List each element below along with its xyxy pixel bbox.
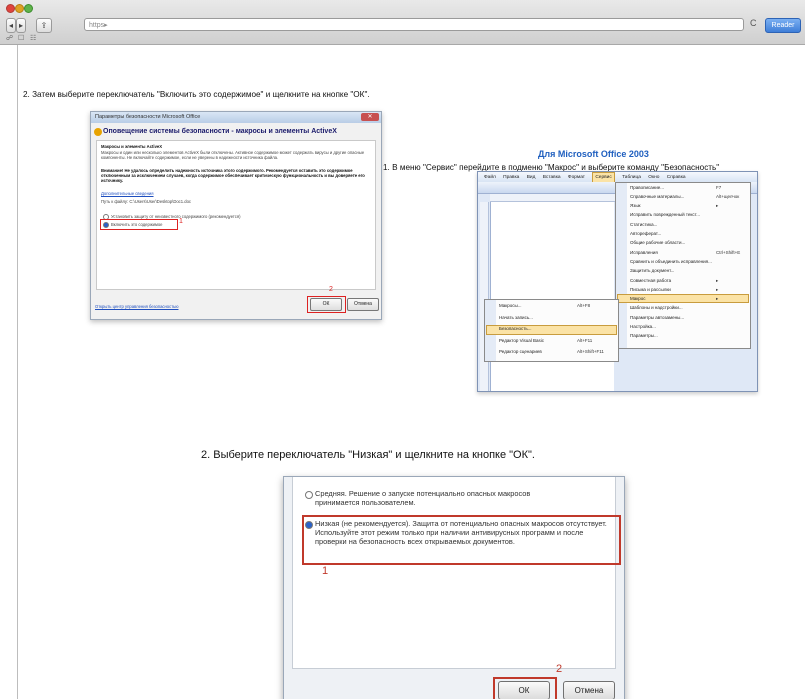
close-icon[interactable]: ✕ — [361, 113, 379, 121]
shield-icon — [94, 128, 102, 136]
menu-item[interactable]: Правописание... — [630, 185, 664, 190]
medium-radio[interactable] — [305, 491, 313, 499]
dialog-heading: Оповещение системы безопасности - макрос… — [103, 128, 337, 135]
menu-item[interactable]: Письма и рассылки — [630, 287, 671, 292]
trust-center-link[interactable]: Открыть центр управления безопасностью — [95, 304, 215, 309]
description-text: Макросы и один или несколько элементов A… — [101, 150, 365, 160]
macro-submenu: Макросы... Alt+F8 Начать запись... Безопасн… — [484, 299, 619, 362]
forward-button[interactable]: ▸ — [16, 18, 26, 33]
refresh-icon[interactable]: C — [750, 18, 757, 28]
menu-item[interactable]: Статистика... — [630, 222, 657, 227]
dialog-title: Параметры безопасности Microsoft Office — [91, 112, 381, 123]
menu-item[interactable]: Исправления — [630, 250, 658, 255]
medium-option-label: Средняя. Решение о запуске потенциально … — [315, 489, 531, 507]
menu-item-shortcut: F7 — [716, 184, 722, 190]
menu-item-shortcut: ▸ — [716, 296, 719, 302]
page-content: 2. Затем выберите переключатель "Включит… — [17, 45, 805, 699]
back-button[interactable]: ◂ — [6, 18, 16, 33]
menu-bar: Файл Правка Вид Вставка Формат Сервис Та… — [478, 172, 757, 184]
menu-item[interactable]: Макросы... — [499, 303, 522, 308]
minimize-window-button[interactable] — [15, 4, 24, 13]
security-alert-dialog: Параметры безопасности Microsoft Office … — [90, 111, 382, 320]
more-info-link[interactable]: Дополнительные сведения — [101, 191, 371, 196]
cancel-button[interactable]: Отмена — [347, 298, 379, 311]
ok-button[interactable]: ОК — [498, 681, 550, 699]
service-menu: Правописание... F7 Справочные материалы...… — [615, 182, 751, 349]
horizontal-ruler — [490, 194, 625, 202]
zoom-window-button[interactable] — [24, 4, 33, 13]
menu-item-shortcut: ▸ — [716, 277, 719, 283]
menu-item-shortcut: Alt+щелчок — [716, 193, 740, 199]
annotation-box-1 — [100, 219, 178, 230]
macro-security-dialog: Средняя. Решение о запуске потенциально … — [283, 476, 625, 699]
menu-item[interactable]: Исправить поврежденный текст... — [630, 212, 700, 217]
cancel-button[interactable]: Отмена — [563, 681, 615, 699]
close-window-button[interactable] — [6, 4, 15, 13]
menu-item[interactable]: Совместная работа — [630, 278, 671, 283]
ok-button[interactable]: ОК — [310, 298, 342, 311]
annotation-number-2: 2 — [329, 286, 333, 293]
menu-item[interactable]: Шаблоны и надстройки... — [630, 305, 683, 310]
menu-item-shortcut: Ctrl+Shift+E — [716, 249, 741, 255]
menu-item[interactable]: Автореферат... — [630, 231, 661, 236]
warning-text: Внимание! Не удалось определить надежнос… — [101, 168, 365, 183]
instruction-step2-low: 2. Выберите переключатель "Низкая" и щел… — [201, 449, 535, 461]
browser-window: ◂ ▸ ⇪ https▸ C Reader ☍ ☐ ☷ 2. Затем выб… — [0, 0, 805, 699]
menu-item[interactable]: Редактор Visual Basic — [499, 338, 544, 343]
menu-item[interactable]: Макрос — [630, 296, 646, 301]
top-sites-icon[interactable]: ☐ — [18, 34, 24, 42]
menu-item[interactable]: Параметры автозамены... — [630, 315, 684, 320]
browser-toolbar: ◂ ▸ ⇪ https▸ C Reader ☍ ☐ ☷ — [0, 0, 805, 45]
grid-icon[interactable]: ☷ — [30, 34, 36, 42]
annotation-number-2: 2 — [556, 663, 563, 675]
office2003-window: Файл Правка Вид Вставка Формат Сервис Та… — [477, 171, 758, 392]
menu-item[interactable]: Безопасность... — [499, 326, 531, 331]
share-icon[interactable]: ⇪ — [36, 18, 52, 33]
annotation-box-low — [302, 515, 621, 565]
menu-item-shortcut: Alt+F11 — [577, 337, 593, 343]
dialog-body: Макросы и элементы ActiveX Макросы и оди… — [96, 140, 376, 290]
document-area[interactable] — [490, 202, 614, 391]
menu-item-shortcut: Alt+F8 — [577, 303, 591, 308]
file-path: Путь к файлу: C:\Users\User\Desktop\Doc1… — [101, 199, 192, 204]
menu-item[interactable]: Настройка... — [630, 324, 656, 329]
security-level-panel: Средняя. Решение о запуске потенциально … — [292, 477, 621, 669]
annotation-number-1: 1 — [322, 565, 329, 577]
bookmarks-icon[interactable]: ☍ — [6, 34, 13, 42]
menu-item[interactable]: Редактор сценариев — [499, 349, 542, 354]
menu-item[interactable]: Начать запись... — [499, 315, 533, 320]
menu-item[interactable]: Сравнить и объединить исправления... — [630, 259, 712, 264]
address-bar[interactable]: https▸ — [84, 18, 744, 31]
office2003-heading: Для Microsoft Office 2003 — [538, 149, 649, 159]
instruction-step2-enable: 2. Затем выберите переключатель "Включит… — [23, 90, 370, 99]
section-title: Макросы и элементы ActiveX — [101, 144, 163, 149]
menu-item-shortcut: Alt+Shift+F11 — [577, 349, 604, 354]
menu-item-shortcut: ▸ — [716, 286, 719, 292]
menu-item[interactable]: Язык — [630, 203, 641, 208]
reader-button[interactable]: Reader — [765, 18, 801, 33]
menu-item[interactable]: Параметры... — [630, 333, 658, 338]
annotation-number-1: 1 — [179, 218, 183, 225]
menu-item-shortcut: ▸ — [716, 203, 719, 209]
menu-item[interactable]: Общие рабочие области... — [630, 240, 685, 245]
menu-item[interactable]: Справочные материалы... — [630, 194, 684, 199]
vertical-ruler — [480, 202, 489, 391]
menu-item[interactable]: Защитить документ... — [630, 268, 674, 273]
